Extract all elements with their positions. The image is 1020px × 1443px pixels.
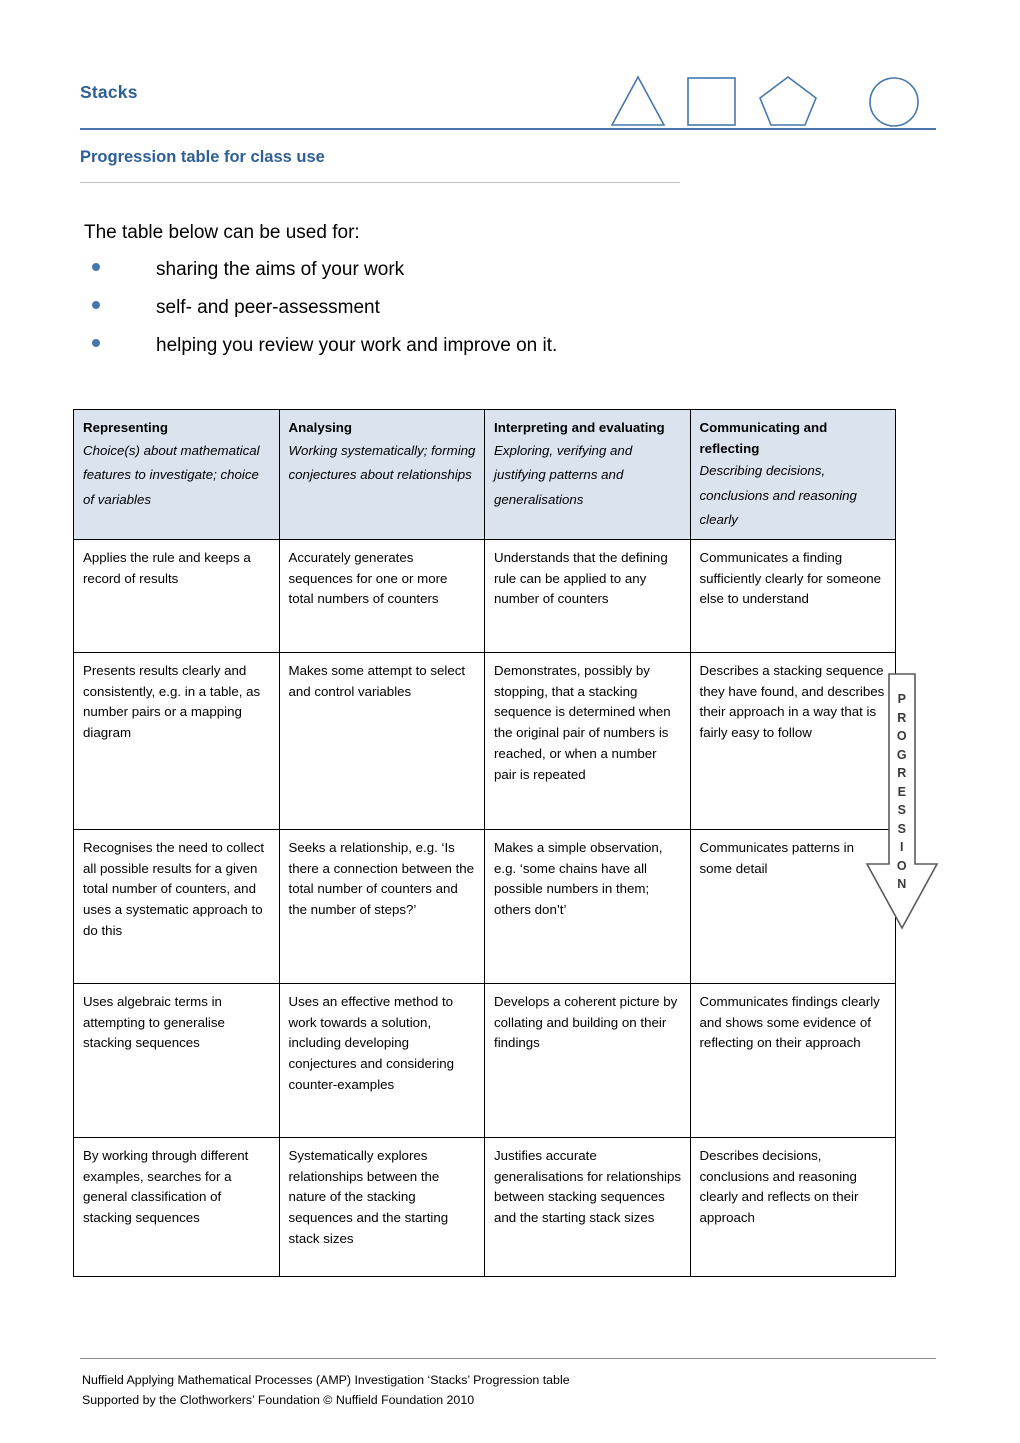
table-cell: Understands that the defining rule can b… [484,538,691,653]
progression-letter: S [897,821,907,836]
table-row: Applies the rule and keeps a record of r… [73,538,896,653]
table-cell: Communicates a finding sufficiently clea… [689,538,896,653]
pentagon-icon [759,76,817,126]
table-cell: Makes some attempt to select and control… [278,651,485,830]
progression-letter: O [896,729,908,743]
table-header-cell-representing: Representing Choice(s) about mathematica… [73,409,280,540]
section-title: Progression table for class use [80,148,325,166]
cell-text: Presents results clearly and consistentl… [83,662,264,741]
cell-text: Demonstrates, possibly by stopping, that… [494,662,679,782]
square-icon [687,77,736,126]
table-cell: Demonstrates, possibly by stopping, that… [484,651,691,830]
progression-letter: P [897,692,907,706]
intro-lead-text: The table below can be used for: [84,222,360,243]
progression-letter: O [896,858,908,873]
column-description: Exploring, verifying and justifying patt… [494,442,633,507]
cell-text: Seeks a relationship, e.g. ‘Is there a c… [288,839,478,918]
list-item-label: sharing the aims of your work [156,259,405,280]
cell-text: Accurately generates sequences for one o… [288,549,452,607]
progression-label: P R O G R E S S I O N [856,690,948,894]
bullet-dot-icon [92,339,100,347]
table-cell: Uses an effective method to work towards… [278,982,485,1138]
list-item: sharing the aims of your work [84,256,784,294]
cell-text: Justifies accurate generalisations for r… [494,1147,685,1226]
table-cell: Communicates findings clearly and shows … [689,982,896,1138]
progression-letter: R [897,766,907,780]
cell-text: Communicates a finding sufficiently clea… [699,549,885,607]
cell-text: Systematically explores relationships be… [288,1147,452,1246]
footer-line-1: Nuffield Applying Mathematical Processes… [82,1373,570,1387]
table-row: Recognises the need to collect all possi… [73,828,896,984]
table-cell: Accurately generates sequences for one o… [278,538,485,653]
table-cell: By working through different examples, s… [73,1136,280,1277]
table-header-row: Representing Choice(s) about mathematica… [73,409,896,540]
table-cell: Presents results clearly and consistentl… [73,651,280,830]
header-divider [80,128,936,130]
column-description: Describing decisions, conclusions and re… [699,463,857,528]
list-item-label: self- and peer-assessment [156,297,380,318]
cell-text: Recognises the need to collect all possi… [83,839,268,938]
circle-icon [869,77,919,127]
table-cell: Systematically explores relationships be… [278,1136,485,1277]
column-title: Analysing [288,420,353,435]
table-header-cell-communicating-and-reflecting: Communicating and reflecting Describing … [689,409,896,540]
cell-text: Uses algebraic terms in attempting to ge… [83,993,229,1051]
triangle-icon [610,75,666,126]
cell-text: Makes a simple observation, e.g. ‘some c… [494,839,667,918]
footer-divider [80,1358,936,1359]
table-cell: Describes decisions, conclusions and rea… [689,1136,896,1277]
progression-letter: N [897,877,907,891]
progression-table: Representing Choice(s) about mathematica… [73,409,896,1277]
shapes-logo [606,72,936,128]
progression-letter: R [897,710,907,725]
list-item-label: helping you review your work and improve… [156,335,558,356]
cell-text: Makes some attempt to select and control… [288,662,469,699]
cell-text: Communicates findings clearly and shows … [699,993,884,1051]
cell-text: Understands that the defining rule can b… [494,549,672,607]
bullet-dot-icon [92,301,100,309]
progression-letter: I [900,840,904,854]
table-cell: Seeks a relationship, e.g. ‘Is there a c… [278,828,485,984]
table-cell: Applies the rule and keeps a record of r… [73,538,280,653]
page-title: Stacks [80,82,138,102]
progression-letter: S [897,803,907,817]
section-divider [80,182,680,183]
cell-text: Describes decisions, conclusions and rea… [699,1147,863,1226]
document-page: Stacks Progression table for class use T… [0,0,1020,1443]
table-cell: Uses algebraic terms in attempting to ge… [73,982,280,1138]
column-title: Representing [83,420,168,435]
table-cell: Justifies accurate generalisations for r… [484,1136,691,1277]
footer: Nuffield Applying Mathematical Processes… [82,1370,882,1410]
cell-text: Develops a coherent picture by collating… [494,993,682,1051]
column-description: Working systematically; forming conjectu… [288,442,476,483]
column-title: Communicating and reflecting [699,420,828,456]
intro-block: The table below can be used for: sharing… [84,219,784,370]
cell-text: Uses an effective method to work towards… [288,993,458,1092]
table-row: Uses algebraic terms in attempting to ge… [73,982,896,1138]
column-title: Interpreting and evaluating [494,420,665,435]
column-description: Choice(s) about mathematical features to… [83,442,260,507]
progression-arrow: P R O G R E S S I O N [856,668,948,934]
table-cell: Recognises the need to collect all possi… [73,828,280,984]
cell-text: By working through different examples, s… [83,1147,253,1226]
progression-letter: E [897,784,907,799]
page-header: Stacks [80,72,936,130]
list-item: helping you review your work and improve… [84,332,784,370]
bullet-dot-icon [92,263,100,271]
table-row: Presents results clearly and consistentl… [73,651,896,830]
footer-line-2: Supported by the Clothworkers’ Foundatio… [82,1393,475,1407]
table-header-cell-interpreting-and-evaluating: Interpreting and evaluating Exploring, v… [484,409,691,540]
table-row: By working through different examples, s… [73,1136,896,1277]
table-cell: Develops a coherent picture by collating… [484,982,691,1138]
cell-text: Applies the rule and keeps a record of r… [83,549,255,586]
table-cell: Makes a simple observation, e.g. ‘some c… [484,828,691,984]
table-header-cell-analysing: Analysing Working systematically; formin… [278,409,485,540]
list-item: self- and peer-assessment [84,294,784,332]
progression-letter: G [896,747,908,762]
